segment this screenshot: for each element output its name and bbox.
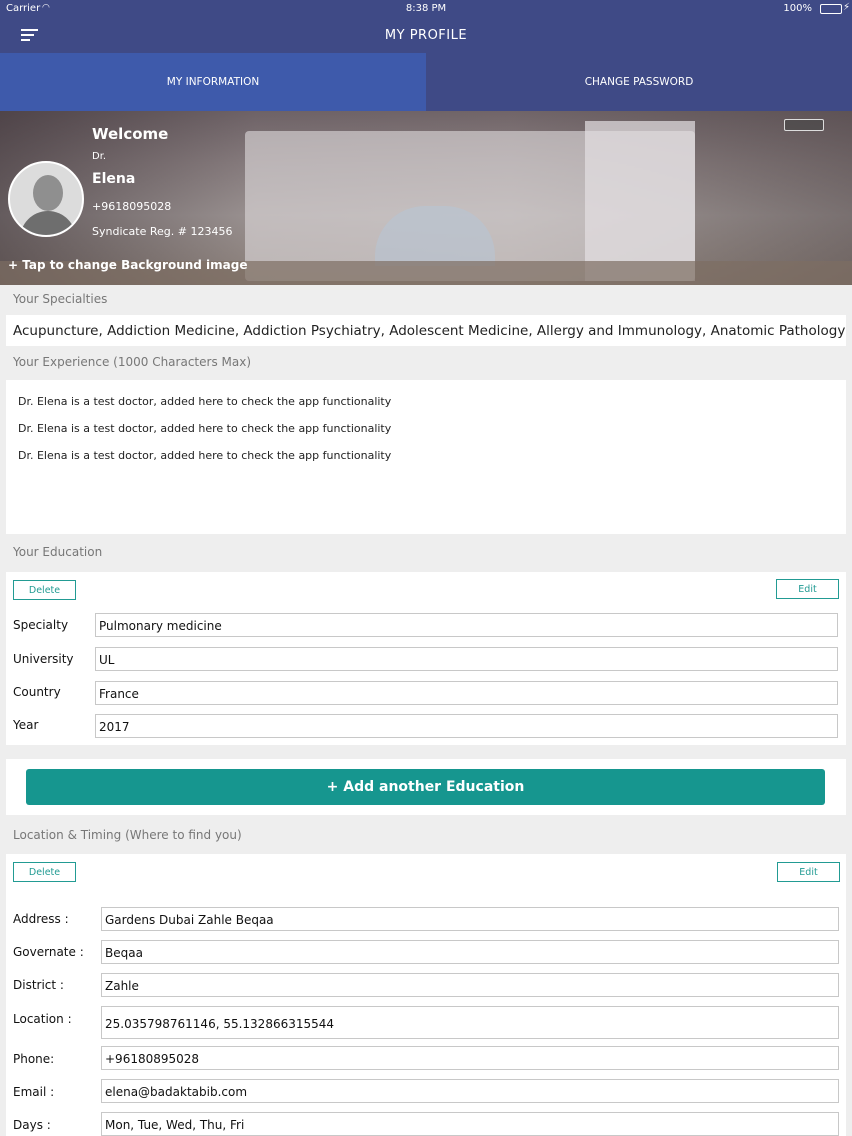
days-label: Days : (13, 1118, 51, 1132)
university-label: University (13, 652, 74, 666)
tab-change-password[interactable]: CHANGE PASSWORD (426, 53, 852, 111)
experience-line: Dr. Elena is a test doctor, added here t… (18, 422, 392, 435)
location-label: Location & Timing (Where to find you) (13, 828, 242, 842)
address-field[interactable]: Gardens Dubai Zahle Beqaa (101, 907, 839, 931)
country-field[interactable]: France (95, 681, 838, 705)
add-education-container: + Add another Education (6, 759, 846, 815)
location-delete-button[interactable]: Delete (13, 862, 76, 882)
address-label: Address : (13, 912, 69, 926)
tab-bar: MY INFORMATION CHANGE PASSWORD (0, 53, 852, 111)
phone-label: Phone: (13, 1052, 55, 1066)
governate-label: Governate : (13, 945, 84, 959)
education-edit-button[interactable]: Edit (776, 579, 839, 599)
district-field[interactable]: Zahle (101, 973, 839, 997)
doctor-phone: +9618095028 (92, 200, 172, 213)
doctor-name: Elena (92, 171, 136, 187)
avatar[interactable] (8, 161, 84, 237)
battery-icon (820, 4, 842, 14)
email-label: Email : (13, 1085, 55, 1099)
phone-field[interactable]: +96180895028 (101, 1046, 839, 1070)
change-background-link[interactable]: + Tap to change Background image (8, 258, 247, 272)
year-label: Year (13, 718, 39, 732)
page-title: MY PROFILE (384, 28, 468, 43)
education-card: Delete Edit Specialty Pulmonary medicine… (6, 572, 846, 745)
location-edit-button[interactable]: Edit (777, 862, 840, 882)
university-field[interactable]: UL (95, 647, 838, 671)
specialty-field[interactable]: Pulmonary medicine (95, 613, 838, 637)
experience-textarea[interactable]: Dr. Elena is a test doctor, added here t… (6, 380, 846, 534)
location-coords-label: Location : (13, 1012, 72, 1026)
profile-banner[interactable]: Welcome Dr. Elena +9618095028 Syndicate … (0, 111, 852, 285)
district-label: District : (13, 978, 64, 992)
syndicate-registration: Syndicate Reg. # 123456 (92, 225, 233, 238)
location-coords-field[interactable]: 25.035798761146, 55.132866315544 (101, 1006, 839, 1039)
experience-label: Your Experience (1000 Characters Max) (13, 355, 252, 369)
add-education-button[interactable]: + Add another Education (26, 769, 825, 805)
location-card: Delete Edit Address : Gardens Dubai Zahl… (6, 854, 846, 1136)
specialties-label: Your Specialties (13, 292, 108, 306)
governate-field[interactable]: Beqaa (101, 940, 839, 964)
status-time: 8:38 PM (405, 3, 447, 14)
email-field[interactable]: elena@badaktabib.com (101, 1079, 839, 1103)
camera-icon (784, 119, 824, 131)
tab-my-information[interactable]: MY INFORMATION (0, 53, 426, 111)
year-field[interactable]: 2017 (95, 714, 838, 738)
welcome-text: Welcome (92, 125, 169, 143)
status-bar: Carrier ◠ 8:38 PM 100% ⚡ (0, 0, 852, 17)
battery-percent: 100% (783, 3, 812, 14)
education-label: Your Education (13, 545, 103, 559)
country-label: Country (13, 685, 61, 699)
education-delete-button[interactable]: Delete (13, 580, 76, 600)
experience-line: Dr. Elena is a test doctor, added here t… (18, 395, 392, 408)
specialty-label: Specialty (13, 618, 69, 632)
nav-bar: MY PROFILE (0, 17, 852, 53)
charging-icon: ⚡ (842, 2, 850, 13)
experience-line: Dr. Elena is a test doctor, added here t… (18, 449, 392, 462)
days-field[interactable]: Mon, Tue, Wed, Thu, Fri (101, 1112, 839, 1136)
doctor-title: Dr. (92, 151, 107, 162)
specialties-field[interactable]: Acupuncture, Addiction Medicine, Addicti… (6, 315, 846, 346)
